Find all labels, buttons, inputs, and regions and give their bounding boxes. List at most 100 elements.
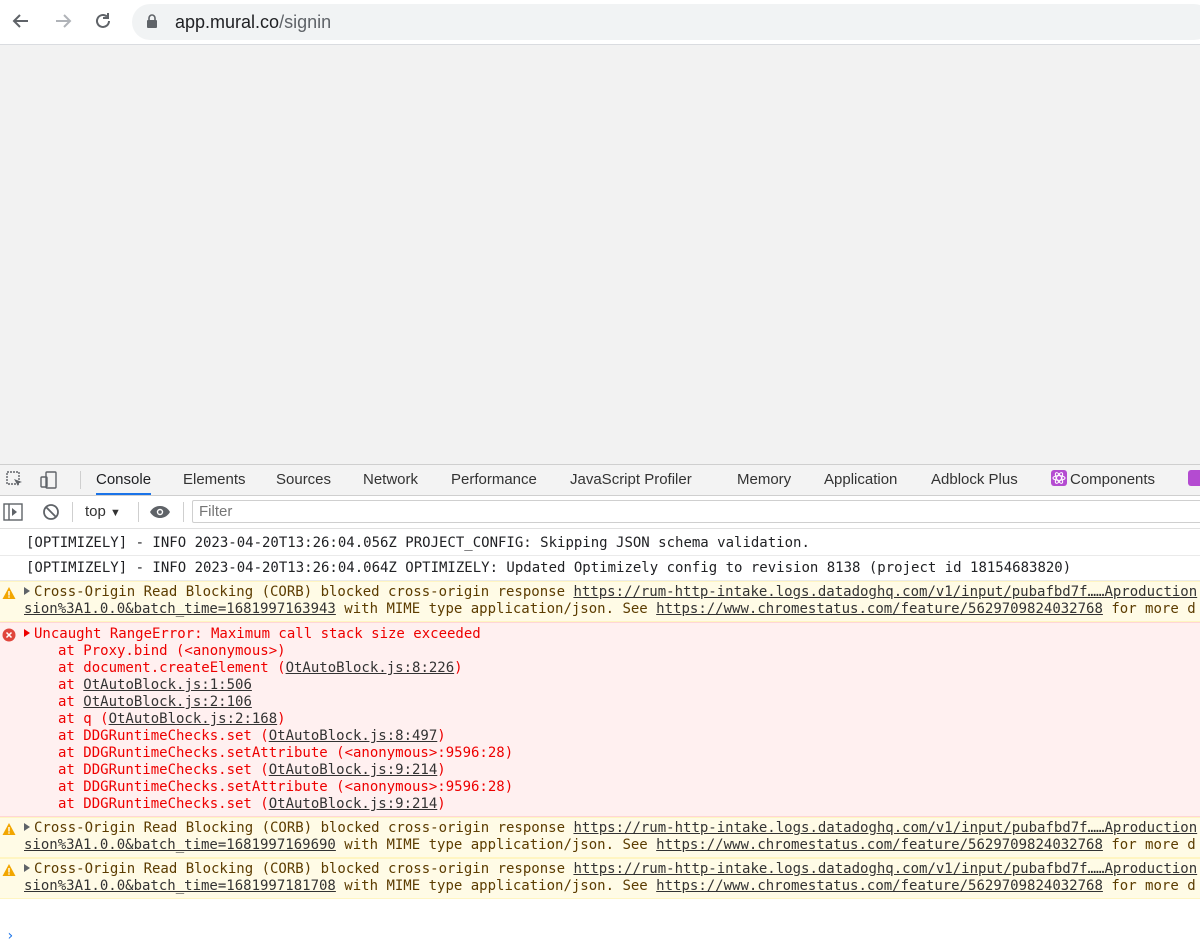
console-messages: [OPTIMIZELY] - INFO 2023-04-20T13:26:04.… — [0, 531, 1200, 944]
clear-console-button[interactable] — [40, 501, 62, 523]
toolbar-divider — [138, 502, 139, 522]
chromestatus-link[interactable]: https://www.chromestatus.com/feature/562… — [656, 601, 1103, 617]
reload-button[interactable] — [88, 6, 118, 36]
expand-triangle-icon[interactable] — [24, 864, 30, 872]
inspect-icon — [6, 471, 22, 486]
source-link[interactable]: OtAutoBlock.js:1:506 — [83, 677, 252, 693]
expand-triangle-icon[interactable] — [24, 587, 30, 595]
toolbar-divider — [72, 502, 73, 522]
devtools-tabbar: Console Elements Sources Network Perform… — [0, 465, 1200, 496]
console-error-message[interactable]: Uncaught RangeError: Maximum call stack … — [0, 622, 1200, 817]
url-text: app.mural.co/signin — [175, 12, 331, 33]
tab-components-label: Components — [1070, 471, 1156, 488]
batch-url-link[interactable]: sion%3A1.0.0&batch_time=1681997181708 — [24, 878, 336, 894]
tabbar-divider — [80, 471, 81, 489]
message-text: [OPTIMIZELY] - INFO 2023-04-20T13:26:04.… — [26, 560, 1072, 576]
stack-line: at DDGRuntimeChecks.set (OtAutoBlock.js:… — [24, 728, 1200, 745]
corb-url-link[interactable]: https://rum-http-intake.logs.datadoghq.c… — [573, 820, 1197, 836]
source-link[interactable]: OtAutoBlock.js:9:214 — [269, 796, 438, 812]
warning-icon — [2, 823, 16, 835]
tab-elements[interactable]: Elements — [183, 465, 246, 495]
forward-arrow-icon — [56, 14, 72, 28]
stack-text: ) — [437, 728, 446, 744]
device-toolbar-button[interactable] — [38, 469, 60, 491]
stack-line: at q (OtAutoBlock.js:2:168) — [24, 711, 1200, 728]
stack-text: ) — [437, 796, 446, 812]
address-bar[interactable]: app.mural.co/signin — [132, 4, 1200, 40]
corb-url-link[interactable]: https://rum-http-intake.logs.datadoghq.c… — [573, 861, 1197, 877]
tab-adblock-plus[interactable]: Adblock Plus — [931, 465, 1018, 495]
tab-javascript-profiler[interactable]: JavaScript Profiler — [570, 465, 692, 495]
stack-line: at DDGRuntimeChecks.set (OtAutoBlock.js:… — [24, 796, 1200, 813]
expand-triangle-icon[interactable] — [24, 629, 30, 637]
stack-line: at DDGRuntimeChecks.setAttribute (<anony… — [58, 779, 514, 795]
tab-components[interactable]: Components — [1051, 465, 1155, 495]
device-icon — [40, 471, 57, 489]
expand-triangle-icon[interactable] — [24, 823, 30, 831]
tab-console[interactable]: Console — [96, 465, 152, 495]
stack-text: at DDGRuntimeChecks.set ( — [58, 728, 269, 744]
console-warning-message[interactable]: Cross-Origin Read Blocking (CORB) blocke… — [0, 858, 1200, 899]
stack-text: at DDGRuntimeChecks.set ( — [58, 796, 269, 812]
lock-icon — [147, 14, 157, 28]
tab-memory[interactable]: Memory — [737, 465, 791, 495]
source-link[interactable]: OtAutoBlock.js:8:226 — [286, 660, 455, 676]
tab-overflow[interactable] — [1188, 465, 1200, 495]
batch-url-link[interactable]: sion%3A1.0.0&batch_time=1681997169690 — [24, 837, 336, 853]
source-link[interactable]: OtAutoBlock.js:9:214 — [269, 762, 438, 778]
filter-input[interactable] — [192, 500, 1200, 523]
devtools-panel: Console Elements Sources Network Perform… — [0, 464, 1200, 944]
stack-line: at OtAutoBlock.js:1:506 — [24, 677, 1200, 694]
console-prompt[interactable]: › — [6, 928, 14, 944]
inspect-element-button[interactable] — [4, 469, 26, 491]
stack-text: at — [58, 694, 84, 710]
console-toolbar: top ▼ — [0, 496, 1200, 529]
message-text: Cross-Origin Read Blocking (CORB) blocke… — [34, 820, 574, 836]
page-viewport — [0, 45, 1200, 464]
stack-text: at document.createElement ( — [58, 660, 286, 676]
message-text: with MIME type application/json. See — [335, 601, 657, 617]
stack-text: at DDGRuntimeChecks.set ( — [58, 762, 269, 778]
console-warning-message[interactable]: Cross-Origin Read Blocking (CORB) blocke… — [0, 581, 1200, 622]
message-text: with MIME type application/json. See — [335, 837, 657, 853]
chromestatus-link[interactable]: https://www.chromestatus.com/feature/562… — [656, 878, 1103, 894]
message-text: Cross-Origin Read Blocking (CORB) blocke… — [34, 584, 574, 600]
source-link[interactable]: OtAutoBlock.js:2:168 — [109, 711, 278, 727]
corb-url-link[interactable]: https://rum-http-intake.logs.datadoghq.c… — [573, 584, 1197, 600]
context-selector[interactable]: top ▼ — [85, 503, 121, 520]
tab-sources[interactable]: Sources — [276, 465, 331, 495]
tab-network[interactable]: Network — [363, 465, 418, 495]
message-text: Cross-Origin Read Blocking (CORB) blocke… — [34, 861, 574, 877]
warning-icon — [2, 864, 16, 876]
error-title: Uncaught RangeError: Maximum call stack … — [34, 626, 481, 642]
stack-line: at DDGRuntimeChecks.set (OtAutoBlock.js:… — [24, 762, 1200, 779]
stack-text: ) — [277, 711, 286, 727]
stack-text: ) — [437, 762, 446, 778]
message-text: for more d — [1102, 837, 1196, 853]
toggle-sidebar-button[interactable] — [2, 501, 24, 523]
console-warning-message[interactable]: Cross-Origin Read Blocking (CORB) blocke… — [0, 817, 1200, 858]
browser-toolbar: app.mural.co/signin — [0, 0, 1200, 45]
forward-button[interactable] — [48, 6, 78, 36]
stack-text: ) — [454, 660, 463, 676]
dropdown-icon: ▼ — [110, 507, 121, 519]
chromestatus-link[interactable]: https://www.chromestatus.com/feature/562… — [656, 837, 1103, 853]
batch-url-link[interactable]: sion%3A1.0.0&batch_time=1681997163943 — [24, 601, 336, 617]
live-expression-button[interactable] — [149, 501, 171, 523]
react-icon — [1188, 470, 1200, 486]
warning-icon — [2, 587, 16, 599]
source-link[interactable]: OtAutoBlock.js:8:497 — [269, 728, 438, 744]
stack-text: at q ( — [58, 711, 109, 727]
tab-performance[interactable]: Performance — [451, 465, 537, 495]
back-arrow-icon — [12, 14, 28, 28]
message-text: for more d — [1102, 601, 1196, 617]
tab-application[interactable]: Application — [824, 465, 897, 495]
back-button[interactable] — [6, 6, 36, 36]
sidebar-icon — [3, 503, 23, 521]
reload-icon — [96, 13, 110, 28]
message-text: [OPTIMIZELY] - INFO 2023-04-20T13:26:04.… — [26, 535, 810, 551]
message-text: for more d — [1102, 878, 1196, 894]
stack-line: at OtAutoBlock.js:2:106 — [24, 694, 1200, 711]
source-link[interactable]: OtAutoBlock.js:2:106 — [83, 694, 252, 710]
stack-line: at DDGRuntimeChecks.setAttribute (<anony… — [58, 745, 514, 761]
